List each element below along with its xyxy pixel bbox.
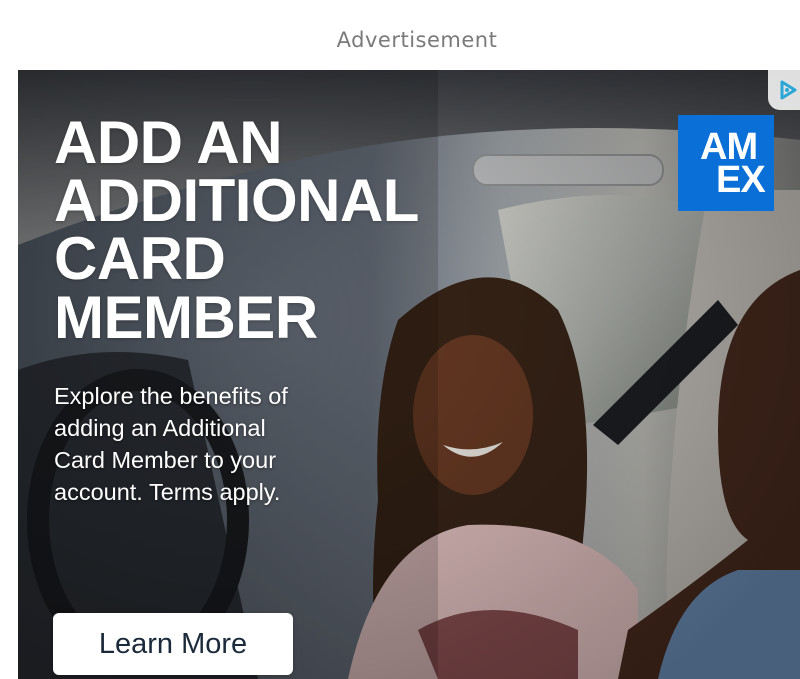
body-line: account. Terms apply. [54,478,281,505]
headline-line: ADDITIONAL [54,167,419,235]
adchoices-triangle-icon [780,80,797,100]
ad-banner[interactable]: ADD AN ADDITIONAL CARD MEMBER Explore th… [18,70,800,679]
learn-more-button[interactable]: Learn More [53,613,293,675]
body-line: Explore the benefits of [54,382,288,409]
logo-line: EX [716,159,766,201]
adchoices-icon[interactable] [768,70,800,110]
headline-line: MEMBER [54,283,318,351]
ad-page: Advertisement ADD AN ADDITIONAL CARD MEM… [0,0,800,679]
advertisement-label: Advertisement [336,28,498,52]
body-line: Card Member to your [54,446,277,473]
ad-body-text: Explore the benefits of adding an Additi… [54,381,374,509]
amex-logo[interactable]: AM EX [678,115,774,211]
amex-logo-text: AM EX [678,128,774,201]
ad-headline: ADD AN ADDITIONAL CARD MEMBER [54,109,494,351]
headline-line: CARD [54,225,226,293]
ad-copy: ADD AN ADDITIONAL CARD MEMBER Explore th… [54,109,494,509]
body-line: adding an Additional [54,414,266,441]
headline-line: ADD AN [54,109,283,176]
